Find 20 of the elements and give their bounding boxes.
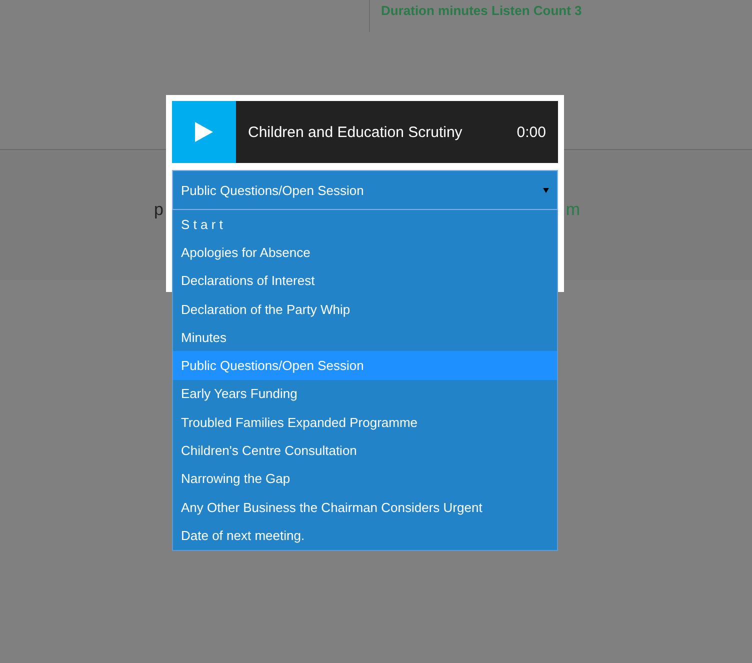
playback-time: 0:00 xyxy=(516,124,546,140)
listen-stats: Duration minutes Listen Count 3 xyxy=(381,3,582,19)
agenda-option[interactable]: Date of next meeting. xyxy=(173,521,557,550)
play-button[interactable] xyxy=(172,101,236,163)
agenda-option[interactable]: Early Years Funding xyxy=(173,380,557,408)
agenda-option[interactable]: Troubled Families Expanded Programme xyxy=(173,408,557,436)
agenda-option[interactable]: Any Other Business the Chairman Considers Urgent xyxy=(173,492,557,522)
agenda-option[interactable]: Children's Centre Consultation xyxy=(173,436,557,465)
agenda-select[interactable]: Public Questions/Open Session xyxy=(172,170,558,210)
play-icon xyxy=(195,122,213,142)
agenda-option[interactable]: Minutes xyxy=(173,323,557,352)
agenda-option[interactable]: Apologies for Absence xyxy=(173,238,557,267)
agenda-option[interactable]: S t a r t xyxy=(173,210,557,238)
agenda-option[interactable]: Declarations of Interest xyxy=(173,266,557,295)
agenda-option[interactable]: Public Questions/Open Session xyxy=(173,351,557,380)
partial-text: p xyxy=(154,200,164,220)
agenda-option[interactable]: Declaration of the Party Whip xyxy=(173,294,557,324)
recording-title: Children and Education Scrutiny xyxy=(248,124,464,140)
caret-icon xyxy=(543,188,549,192)
agenda-option[interactable]: Narrowing the Gap xyxy=(173,464,557,493)
